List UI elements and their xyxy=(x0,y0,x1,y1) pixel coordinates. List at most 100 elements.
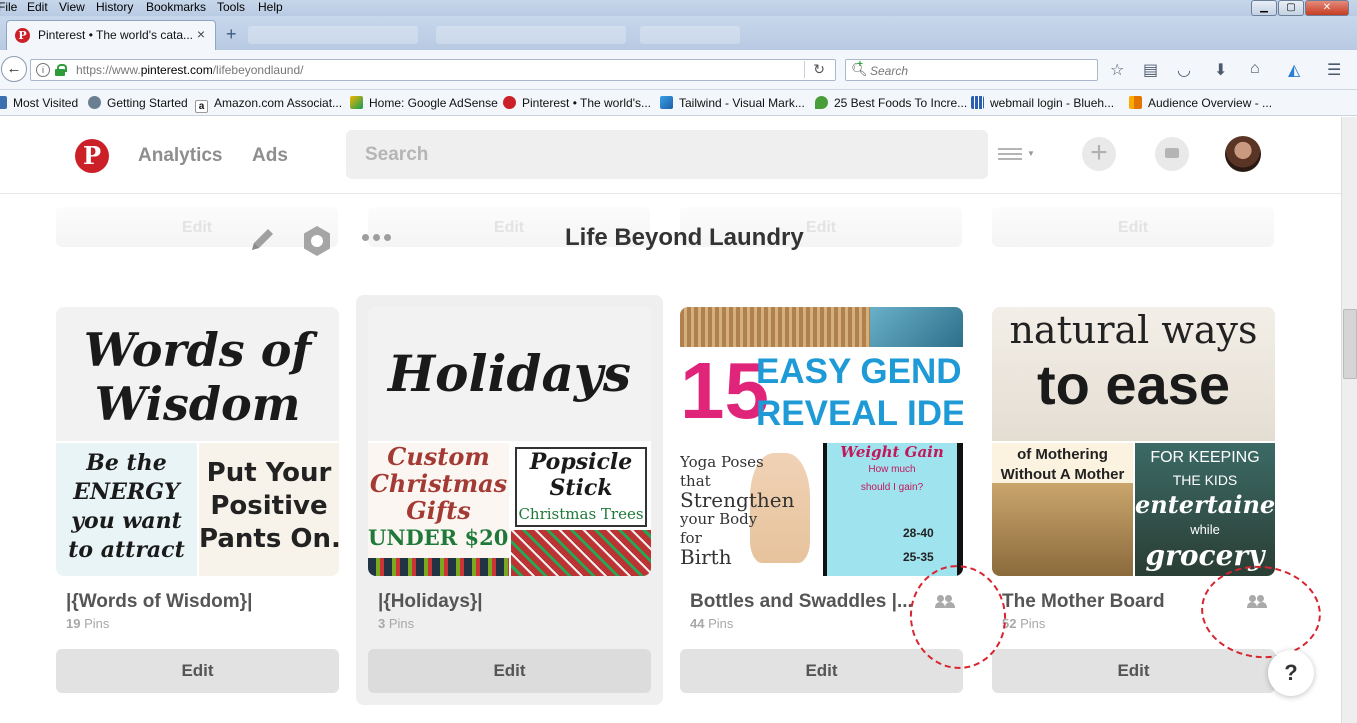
bookmark-webmail[interactable]: webmail login - Blueh... xyxy=(971,96,1114,110)
address-bar[interactable]: i https://www.pinterest.com/lifebeyondla… xyxy=(30,59,836,81)
list-view-icon[interactable]: ▼ xyxy=(998,145,1038,165)
back-arrow-icon[interactable]: ← xyxy=(1,56,27,82)
star-icon[interactable]: ☆ xyxy=(1110,60,1124,80)
menu-edit[interactable]: Edit xyxy=(27,0,48,15)
cover-line: to attract xyxy=(68,537,185,563)
settings-hexagon-icon[interactable] xyxy=(300,224,334,258)
cover-sub-image-1: Custom Christmas Gifts UNDER $20! xyxy=(368,443,518,576)
cover-line: Christmas Trees xyxy=(518,505,644,523)
pinterest-logo[interactable]: P xyxy=(75,139,109,173)
nav-ads[interactable]: Ads xyxy=(252,145,288,167)
background-tab[interactable] xyxy=(640,26,740,44)
bookmark-analytics[interactable]: Audience Overview - ... xyxy=(1129,96,1272,110)
cover-sub-image-1: of Mothering Without A Mother xyxy=(992,443,1133,576)
pin-count: 44 Pins xyxy=(690,616,733,631)
edit-board-button[interactable]: Edit xyxy=(680,649,963,693)
url-prefix: https://www. xyxy=(76,63,141,77)
info-icon[interactable]: i xyxy=(36,63,50,77)
bookmark-best-foods[interactable]: 25 Best Foods To Incre... xyxy=(815,96,967,110)
window-controls: ▁ ▢ ✕ xyxy=(1250,0,1349,16)
edit-board-button[interactable]: Edit xyxy=(56,649,339,693)
cover-line: should I gain? xyxy=(860,482,924,493)
page-scrollbar[interactable] xyxy=(1341,117,1357,723)
board-card-bottles-and-swaddles[interactable]: 15 EASY GENDER REVEAL IDEAS Yoga Poses t… xyxy=(680,307,963,693)
board-cover[interactable]: Holidays Custom Christmas Gifts UNDER $2… xyxy=(368,307,651,576)
cover-line: Popsicle xyxy=(529,449,633,475)
nav-analytics[interactable]: Analytics xyxy=(138,145,222,167)
cover-text: Put Your Positive Pants On. xyxy=(199,457,339,556)
menu-file[interactable]: File xyxy=(0,0,17,15)
background-tab[interactable] xyxy=(248,26,418,44)
help-button[interactable]: ? xyxy=(1268,650,1314,696)
leaf-icon xyxy=(815,96,828,109)
globe-icon xyxy=(88,96,101,109)
download-icon[interactable]: ⬇ xyxy=(1214,60,1227,80)
cover-line: FOR KEEPING xyxy=(1150,449,1260,466)
maximize-icon[interactable]: ▢ xyxy=(1278,0,1304,16)
cover-line: UNDER $20! xyxy=(368,525,518,550)
board-cover[interactable]: natural ways to ease of Mothering Withou… xyxy=(992,307,1275,576)
cover-line: Stick xyxy=(549,475,613,501)
tab-close-icon[interactable]: × xyxy=(197,26,205,42)
board-title[interactable]: The Mother Board xyxy=(1002,591,1165,613)
tab-pinterest[interactable]: P Pinterest • The world's cata... × xyxy=(6,20,216,50)
menu-view[interactable]: View xyxy=(59,0,85,15)
bookmark-most-visited[interactable]: Most Visited xyxy=(0,96,78,110)
cover-number: 15 xyxy=(680,346,769,435)
board-title[interactable]: Bottles and Swaddles |... xyxy=(690,591,913,613)
board-cover[interactable]: Words of Wisdom Be the ENERGY you want t… xyxy=(56,307,339,576)
cover-text: 28-40 25-35 15-25 xyxy=(903,521,934,576)
edit-board-button[interactable]: Edit xyxy=(992,649,1275,693)
board-cover[interactable]: 15 EASY GENDER REVEAL IDEAS Yoga Poses t… xyxy=(680,307,963,576)
menu-tools[interactable]: Tools xyxy=(217,0,245,15)
bookmark-tailwind[interactable]: Tailwind - Visual Mark... xyxy=(660,96,805,110)
board-card-the-mother-board[interactable]: natural ways to ease of Mothering Withou… xyxy=(992,307,1275,693)
pencil-icon[interactable] xyxy=(246,224,278,256)
home-icon[interactable]: ⌂ xyxy=(1250,60,1260,78)
window-close-icon[interactable]: ✕ xyxy=(1305,0,1349,16)
bookmark-amazon[interactable]: a Amazon.com Associat... xyxy=(195,96,342,113)
avatar[interactable] xyxy=(1225,136,1261,172)
cover-line: 28-40 xyxy=(903,526,934,540)
messages-icon[interactable] xyxy=(1155,137,1189,171)
cover-main-image: 15 EASY GENDER REVEAL IDEAS xyxy=(680,307,963,441)
board-card-holidays[interactable]: Holidays Custom Christmas Gifts UNDER $2… xyxy=(368,307,651,693)
new-tab-button[interactable]: + xyxy=(226,24,237,45)
board-card-words-of-wisdom[interactable]: Words of Wisdom Be the ENERGY you want t… xyxy=(56,307,339,693)
reading-list-icon[interactable]: ▤ xyxy=(1143,60,1158,80)
board-title[interactable]: |{Words of Wisdom}| xyxy=(66,591,252,613)
cover-line: 25-35 xyxy=(903,550,934,564)
menu-bar: File Edit View History Bookmarks Tools H… xyxy=(0,0,1357,16)
minimize-icon[interactable]: ▁ xyxy=(1251,0,1277,16)
pin-count: 52 Pins xyxy=(1002,616,1045,631)
cover-text: Popsicle Stick Christmas Trees xyxy=(511,449,651,527)
search-input[interactable] xyxy=(346,130,988,179)
board-title[interactable]: |{Holidays}| xyxy=(378,591,483,613)
lock-icon xyxy=(55,64,67,76)
pin-count-label: Pins xyxy=(84,616,110,631)
scrollbar-thumb[interactable] xyxy=(1343,309,1357,379)
browser-search-input[interactable]: 🔍︎ + Search xyxy=(845,59,1098,81)
edit-board-button[interactable]: Edit xyxy=(368,649,651,693)
cover-line: THE KIDS xyxy=(1172,472,1238,488)
cover-line: natural ways xyxy=(1009,308,1258,352)
pocket-icon[interactable]: ◡ xyxy=(1177,60,1191,80)
add-pin-button[interactable]: + xyxy=(1082,137,1116,171)
more-options-icon[interactable] xyxy=(362,234,391,241)
cover-sub-image-2: Popsicle Stick Christmas Trees xyxy=(511,443,651,576)
cover-sub-image-2: Weight Gain How much should I gain? 28-4… xyxy=(823,443,963,576)
menu-help[interactable]: Help xyxy=(258,0,283,15)
menu-bookmarks[interactable]: Bookmarks xyxy=(146,0,206,15)
background-tab[interactable] xyxy=(436,26,626,44)
cover-line: you want xyxy=(71,508,182,534)
menu-history[interactable]: History xyxy=(96,0,133,15)
bookmark-pinterest[interactable]: Pinterest • The world's... xyxy=(503,96,651,110)
reload-icon[interactable]: ↻ xyxy=(804,61,825,78)
url-text[interactable]: https://www.pinterest.com/lifebeyondlaun… xyxy=(76,63,303,77)
bookmark-getting-started[interactable]: Getting Started xyxy=(88,96,188,110)
hamburger-menu-icon[interactable]: ☰ xyxy=(1327,60,1341,80)
tailwind-extension-icon[interactable]: ◭ xyxy=(1288,60,1300,80)
bookmark-adsense[interactable]: Home: Google AdSense xyxy=(350,96,498,110)
pin-count-number: 3 xyxy=(378,616,386,631)
cover-line: Gifts xyxy=(406,496,471,525)
